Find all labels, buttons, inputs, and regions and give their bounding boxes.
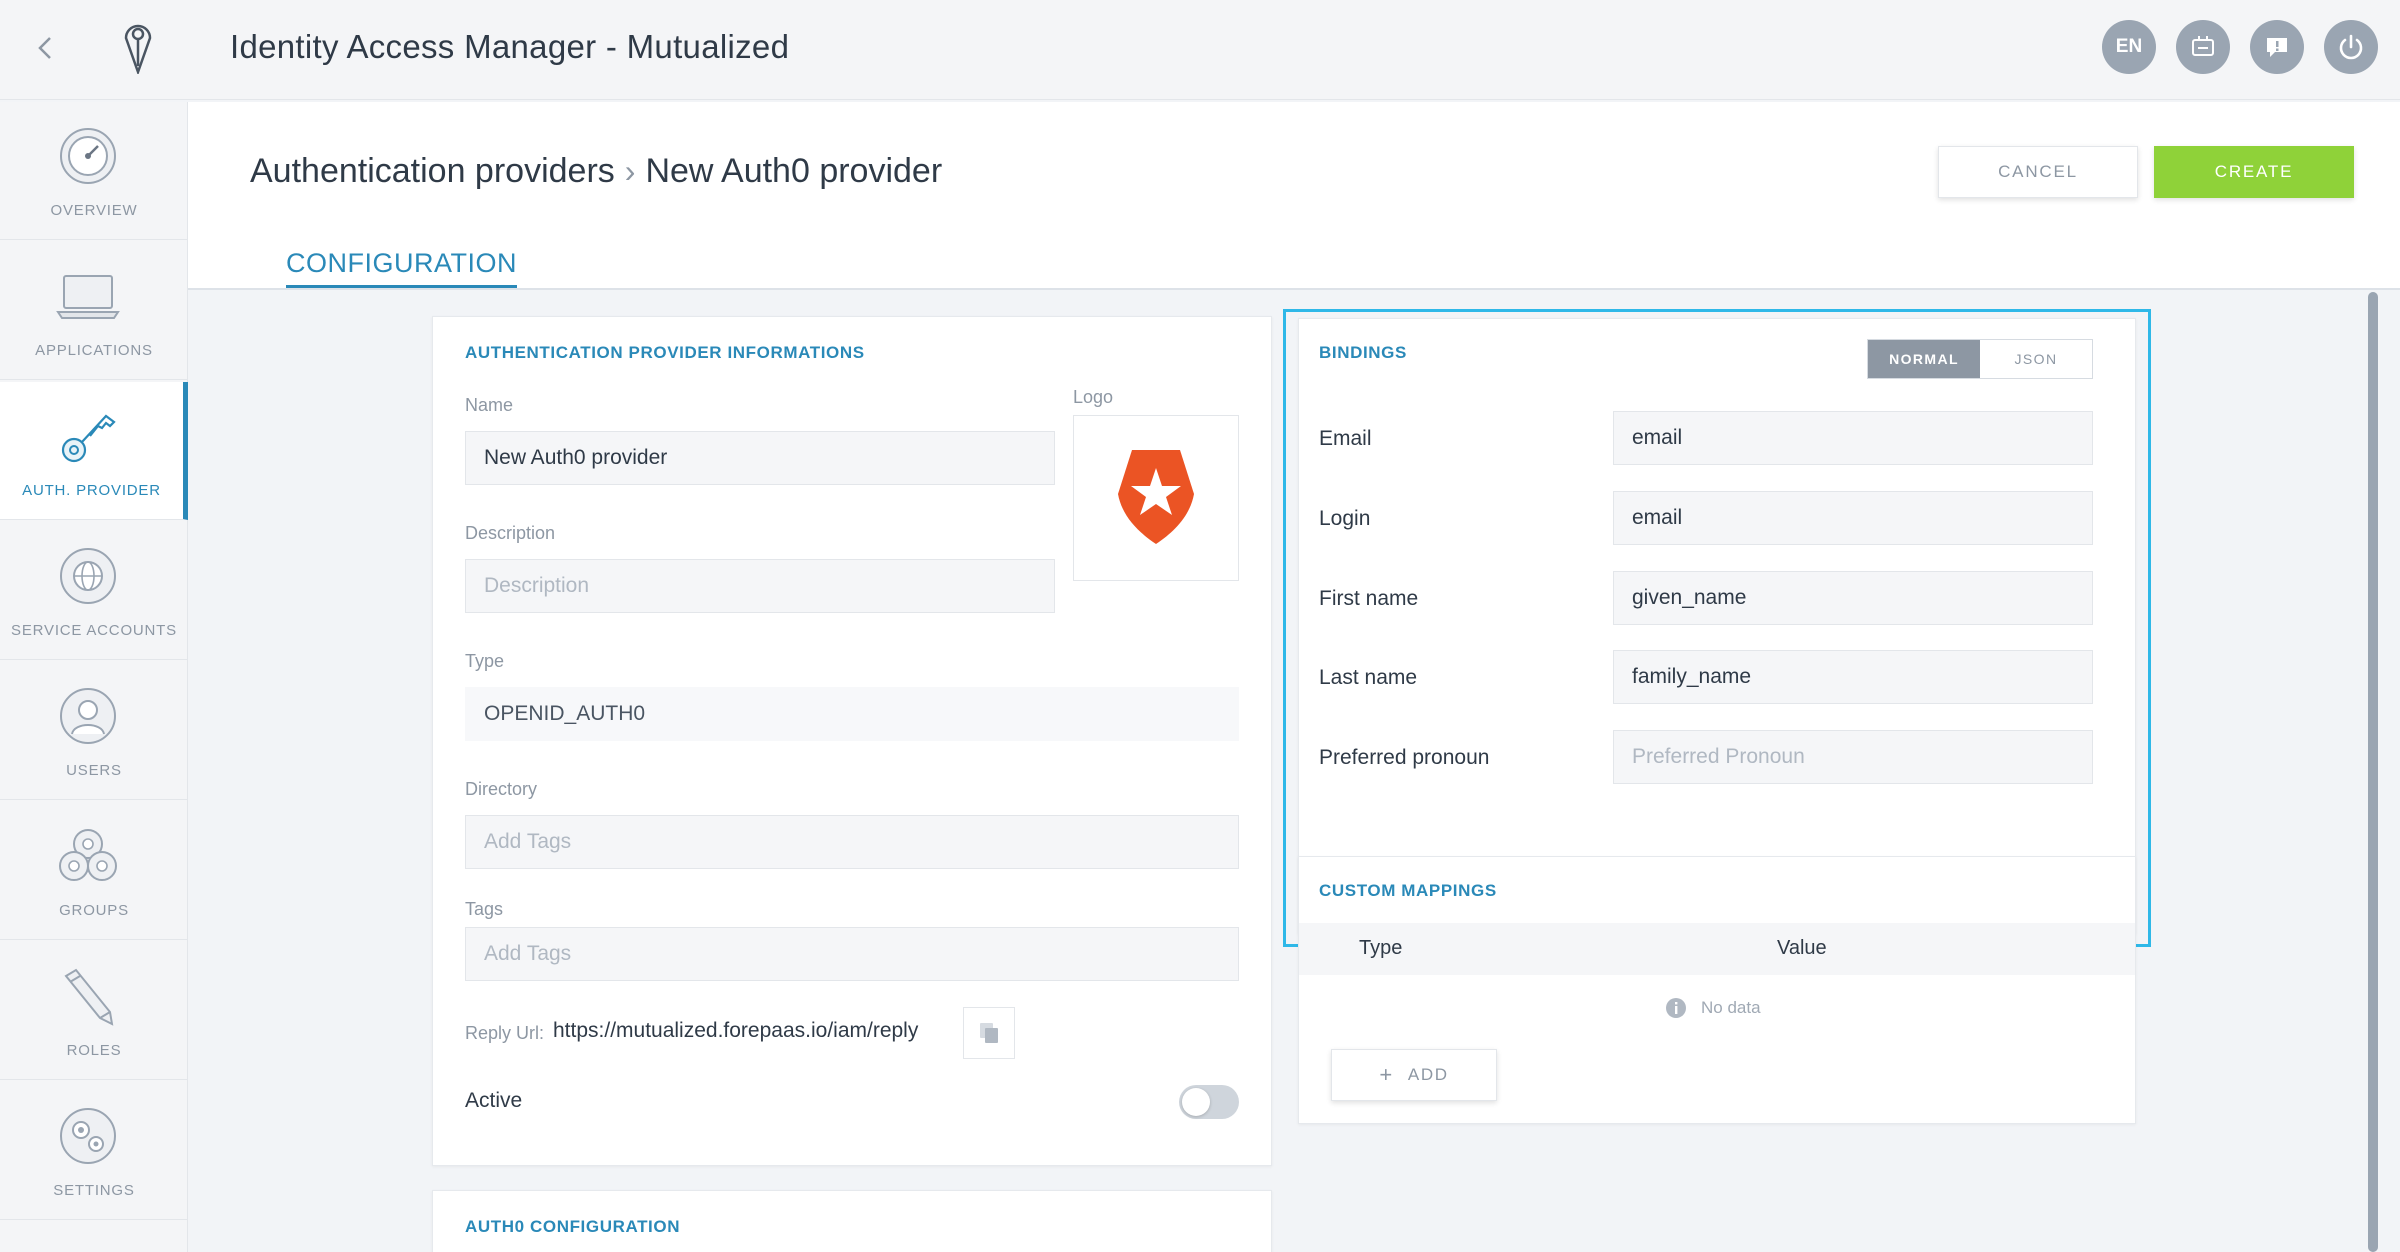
auth0-logo-icon [1118,450,1194,544]
scrollbar[interactable] [2368,292,2378,1252]
main-content: Authentication providers › New Auth0 pro… [188,102,2400,1252]
breadcrumb-parent[interactable]: Authentication providers [250,152,615,191]
user-icon [56,684,120,748]
sidebar-item-label: OVERVIEW [50,202,138,219]
auth0-config-card: AUTH0 CONFIGURATION [432,1190,1272,1252]
copy-icon [980,1023,998,1043]
binding-label-first-name: First name [1319,587,1419,610]
pencil-icon [56,964,120,1028]
column-value: Value [1777,937,1827,959]
globe-icon [56,544,120,608]
sidebar-item-label: SETTINGS [53,1182,135,1199]
no-data-text: No data [1701,998,1761,1017]
reply-url-label: Reply Url: [465,1023,545,1043]
scrollbar-thumb[interactable] [2368,292,2378,1252]
card-title: AUTHENTICATION PROVIDER INFORMATIONS [465,343,865,362]
binding-last-name-field[interactable]: family_name [1613,650,2093,704]
directory-label: Directory [465,779,538,799]
column-type: Type [1359,937,1403,959]
binding-first-name-field[interactable]: given_name [1613,571,2093,625]
no-data-message: No data [1665,997,1761,1019]
sidebar-item-label: ROLES [66,1042,122,1059]
sidebar-item-groups[interactable]: GROUPS [0,802,188,940]
name-field[interactable]: New Auth0 provider [465,431,1055,485]
mappings-table-header: Type Value [1299,923,2135,975]
sidebar-item-label: USERS [66,762,122,779]
dashboard-icon[interactable] [2176,20,2230,74]
sidebar-item-label: AUTH. PROVIDER [22,482,161,499]
app-title: Identity Access Manager - Mutualized [230,28,790,65]
plus-icon: + [1379,1062,1394,1087]
description-label: Description [465,523,556,543]
binding-label-login: Login [1319,507,1371,530]
add-mapping-button[interactable]: + ADD [1331,1049,1497,1101]
mode-normal-button[interactable]: NORMAL [1868,340,1980,378]
active-toggle[interactable] [1179,1085,1239,1119]
provider-info-card: AUTHENTICATION PROVIDER INFORMATIONS Nam… [432,316,1272,1166]
tab-configuration[interactable]: CONFIGURATION [286,248,517,288]
active-label: Active [465,1089,523,1112]
breadcrumb-current: New Auth0 provider [645,152,943,190]
sidebar-item-settings[interactable]: SETTINGS [0,1082,188,1220]
breadcrumb-separator-icon: › [624,153,636,189]
mode-json-button[interactable]: JSON [1980,340,2092,378]
language-button[interactable]: EN [2102,20,2156,74]
sidebar-item-roles[interactable]: ROLES [0,942,188,1080]
page-header: Authentication providers › New Auth0 pro… [188,102,2400,290]
sidebar-item-applications[interactable]: APPLICATIONS [0,242,188,380]
gears-icon [56,1104,120,1168]
directory-tags-input[interactable]: Add Tags [465,815,1239,869]
create-button[interactable]: CREATE [2154,146,2354,198]
tags-label: Tags [465,899,504,919]
cancel-button[interactable]: CANCEL [1938,146,2138,198]
card-title: AUTH0 CONFIGURATION [465,1217,681,1236]
logo-label: Logo [1073,387,1114,407]
sidebar: OVERVIEW APPLICATIONS AUTH. PROVIDER SER… [0,102,188,1252]
binding-label-email: Email [1319,427,1372,450]
binding-label-pronoun: Preferred pronoun [1319,746,1490,769]
breadcrumb: Authentication providers › New Auth0 pro… [250,152,942,191]
card-title: BINDINGS [1319,343,1407,362]
binding-email-field[interactable]: email [1613,411,2093,465]
sidebar-item-label: SERVICE ACCOUNTS [11,622,177,639]
copy-url-button[interactable] [963,1007,1015,1059]
mode-switch: NORMAL JSON [1867,339,2093,379]
feedback-icon[interactable] [2250,20,2304,74]
sidebar-item-label: APPLICATIONS [35,342,153,359]
info-icon [1666,998,1686,1018]
sidebar-item-label: GROUPS [59,902,129,919]
top-bar: Identity Access Manager - Mutualized EN [0,0,2400,100]
reply-url-value: https://mutualized.forepaas.io/iam/reply [553,1019,919,1042]
tags-input[interactable]: Add Tags [465,927,1239,981]
bindings-card: BINDINGS NORMAL JSON Email email Login e… [1298,318,2136,934]
description-field[interactable]: Description [465,559,1055,613]
binding-login-field[interactable]: email [1613,491,2093,545]
type-value: OPENID_AUTH0 [465,687,1239,741]
binding-pronoun-field[interactable]: Preferred Pronoun [1613,730,2093,784]
back-arrow-icon[interactable] [28,30,64,66]
binding-label-last-name: Last name [1319,666,1418,689]
name-label: Name [465,395,514,415]
logo-upload[interactable] [1073,415,1239,581]
power-icon[interactable] [2324,20,2378,74]
group-icon [56,824,120,888]
app-logo-icon[interactable] [118,20,158,76]
laptop-icon [56,264,120,328]
sidebar-item-service-accounts[interactable]: SERVICE ACCOUNTS [0,522,188,660]
custom-mappings-card: CUSTOM MAPPINGS Type Value No data + ADD [1298,856,2136,1124]
card-title: CUSTOM MAPPINGS [1319,881,1497,900]
toggle-knob [1182,1088,1210,1116]
add-label: ADD [1407,1065,1449,1084]
key-icon [56,404,120,468]
type-label: Type [465,651,505,671]
top-actions: EN [2102,20,2378,74]
gauge-icon [56,124,120,188]
sidebar-item-users[interactable]: USERS [0,662,188,800]
sidebar-item-auth-provider[interactable]: AUTH. PROVIDER [0,382,188,520]
sidebar-item-overview[interactable]: OVERVIEW [0,102,188,240]
